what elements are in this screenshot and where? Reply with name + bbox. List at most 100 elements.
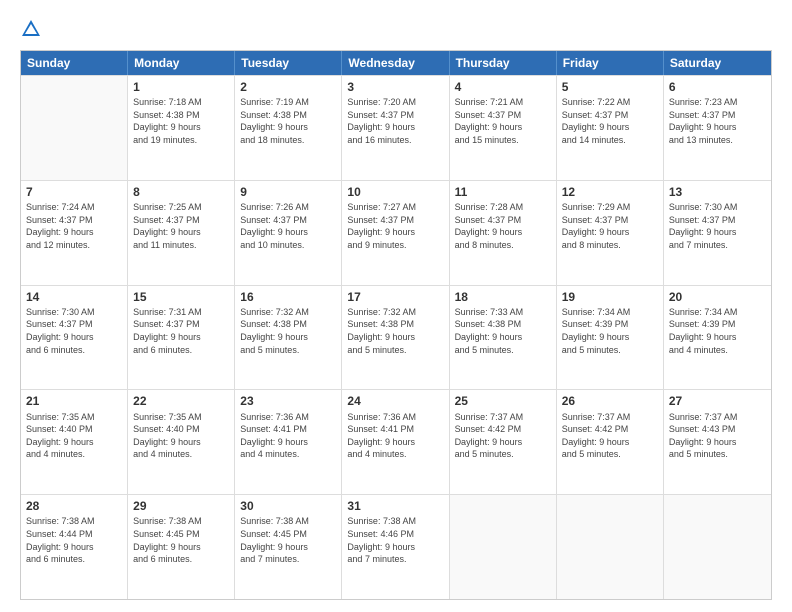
cell-content-line: Daylight: 9 hours [133, 436, 229, 449]
cell-content-line: Sunrise: 7:32 AM [240, 306, 336, 319]
cell-content-line: Sunrise: 7:30 AM [669, 201, 766, 214]
day-number: 9 [240, 184, 336, 200]
table-row: 23Sunrise: 7:36 AMSunset: 4:41 PMDayligh… [235, 390, 342, 494]
day-number: 19 [562, 289, 658, 305]
cell-content-line: Sunrise: 7:20 AM [347, 96, 443, 109]
cell-content-line: Daylight: 9 hours [669, 331, 766, 344]
cell-content-line: and 4 minutes. [669, 344, 766, 357]
cell-content-line: Sunset: 4:37 PM [133, 318, 229, 331]
cell-content-line: and 4 minutes. [240, 448, 336, 461]
cell-content-line: Sunset: 4:38 PM [240, 109, 336, 122]
table-row: 3Sunrise: 7:20 AMSunset: 4:37 PMDaylight… [342, 76, 449, 180]
cell-content-line: Daylight: 9 hours [669, 226, 766, 239]
cell-content-line: Daylight: 9 hours [455, 121, 551, 134]
cell-content-line: and 6 minutes. [26, 344, 122, 357]
table-row: 7Sunrise: 7:24 AMSunset: 4:37 PMDaylight… [21, 181, 128, 285]
logo-icon [20, 18, 42, 40]
day-number: 28 [26, 498, 122, 514]
cell-content-line: Sunrise: 7:19 AM [240, 96, 336, 109]
table-row: 6Sunrise: 7:23 AMSunset: 4:37 PMDaylight… [664, 76, 771, 180]
cell-content-line: and 16 minutes. [347, 134, 443, 147]
table-row: 20Sunrise: 7:34 AMSunset: 4:39 PMDayligh… [664, 286, 771, 390]
cal-header-friday: Friday [557, 51, 664, 75]
cell-content-line: Sunset: 4:40 PM [26, 423, 122, 436]
cell-content-line: and 4 minutes. [347, 448, 443, 461]
cell-content-line: Daylight: 9 hours [133, 331, 229, 344]
cell-content-line: Sunrise: 7:30 AM [26, 306, 122, 319]
day-number: 18 [455, 289, 551, 305]
cell-content-line: Daylight: 9 hours [347, 121, 443, 134]
cell-content-line: Sunset: 4:37 PM [562, 109, 658, 122]
cell-content-line: Sunset: 4:45 PM [240, 528, 336, 541]
cell-content-line: Daylight: 9 hours [562, 121, 658, 134]
table-row: 17Sunrise: 7:32 AMSunset: 4:38 PMDayligh… [342, 286, 449, 390]
cell-content-line: Daylight: 9 hours [240, 541, 336, 554]
cell-content-line: Sunset: 4:44 PM [26, 528, 122, 541]
cell-content-line: Sunrise: 7:38 AM [347, 515, 443, 528]
table-row: 10Sunrise: 7:27 AMSunset: 4:37 PMDayligh… [342, 181, 449, 285]
cell-content-line: Sunset: 4:37 PM [455, 214, 551, 227]
cell-content-line: Sunrise: 7:22 AM [562, 96, 658, 109]
cell-content-line: Sunset: 4:37 PM [669, 109, 766, 122]
table-row: 30Sunrise: 7:38 AMSunset: 4:45 PMDayligh… [235, 495, 342, 599]
cell-content-line: and 4 minutes. [26, 448, 122, 461]
day-number: 4 [455, 79, 551, 95]
cell-content-line: and 11 minutes. [133, 239, 229, 252]
cell-content-line: Sunset: 4:38 PM [347, 318, 443, 331]
cell-content-line: Sunset: 4:38 PM [455, 318, 551, 331]
table-row: 31Sunrise: 7:38 AMSunset: 4:46 PMDayligh… [342, 495, 449, 599]
cell-content-line: and 5 minutes. [562, 448, 658, 461]
table-row: 8Sunrise: 7:25 AMSunset: 4:37 PMDaylight… [128, 181, 235, 285]
cell-content-line: Sunset: 4:38 PM [240, 318, 336, 331]
cell-content-line: Daylight: 9 hours [26, 436, 122, 449]
cell-content-line: Sunset: 4:38 PM [133, 109, 229, 122]
table-row: 25Sunrise: 7:37 AMSunset: 4:42 PMDayligh… [450, 390, 557, 494]
cell-content-line: Sunset: 4:40 PM [133, 423, 229, 436]
cal-header-thursday: Thursday [450, 51, 557, 75]
cell-content-line: Sunset: 4:42 PM [455, 423, 551, 436]
cell-content-line: and 7 minutes. [669, 239, 766, 252]
day-number: 12 [562, 184, 658, 200]
day-number: 14 [26, 289, 122, 305]
table-row: 5Sunrise: 7:22 AMSunset: 4:37 PMDaylight… [557, 76, 664, 180]
cell-content-line: and 15 minutes. [455, 134, 551, 147]
cell-content-line: Sunset: 4:37 PM [26, 214, 122, 227]
cell-content-line: Sunrise: 7:25 AM [133, 201, 229, 214]
day-number: 10 [347, 184, 443, 200]
cell-content-line: Sunrise: 7:24 AM [26, 201, 122, 214]
cal-week-5: 28 Sunrise: 7:38 AM Sunset: 4:44 PM Dayligh… [21, 494, 771, 599]
table-row: 16Sunrise: 7:32 AMSunset: 4:38 PMDayligh… [235, 286, 342, 390]
cell-content-line: Sunrise: 7:33 AM [455, 306, 551, 319]
table-row: 12Sunrise: 7:29 AMSunset: 4:37 PMDayligh… [557, 181, 664, 285]
calendar-body: 1Sunrise: 7:18 AMSunset: 4:38 PMDaylight… [21, 75, 771, 599]
cell-content-line: Sunrise: 7:35 AM [26, 411, 122, 424]
cell-content-line: Daylight: 9 hours [455, 436, 551, 449]
cell-content-line: Sunrise: 7:35 AM [133, 411, 229, 424]
table-row [664, 495, 771, 599]
table-row: 9Sunrise: 7:26 AMSunset: 4:37 PMDaylight… [235, 181, 342, 285]
cell-content-line: Daylight: 9 hours [455, 331, 551, 344]
cell-content-line: Sunset: 4:42 PM [562, 423, 658, 436]
calendar: SundayMondayTuesdayWednesdayThursdayFrid… [20, 50, 772, 600]
cell-content-line: and 13 minutes. [669, 134, 766, 147]
table-row [21, 76, 128, 180]
cell-content-line: Sunset: 4:45 PM [133, 528, 229, 541]
cell-content-line: Sunset: 4:37 PM [669, 214, 766, 227]
cal-week-3: 14Sunrise: 7:30 AMSunset: 4:37 PMDayligh… [21, 285, 771, 390]
cell-content-line: Sunrise: 7:34 AM [669, 306, 766, 319]
table-row: 26Sunrise: 7:37 AMSunset: 4:42 PMDayligh… [557, 390, 664, 494]
cell-content-line: Daylight: 9 hours [669, 436, 766, 449]
cell-content-line: and 8 minutes. [455, 239, 551, 252]
table-row [450, 495, 557, 599]
cell-content-line: Sunset: 4:37 PM [26, 318, 122, 331]
calendar-header-row: SundayMondayTuesdayWednesdayThursdayFrid… [21, 51, 771, 75]
cell-content-line: Sunrise: 7:36 AM [240, 411, 336, 424]
cell-content-line: Sunset: 4:46 PM [347, 528, 443, 541]
cell-content-line: Sunrise: 7:27 AM [347, 201, 443, 214]
table-row: 11Sunrise: 7:28 AMSunset: 4:37 PMDayligh… [450, 181, 557, 285]
cell-content-line: Sunset: 4:37 PM [455, 109, 551, 122]
cell-content-line: and 8 minutes. [562, 239, 658, 252]
day-number: 2 [240, 79, 336, 95]
cell-content-line: Daylight: 9 hours [347, 331, 443, 344]
day-number: 13 [669, 184, 766, 200]
